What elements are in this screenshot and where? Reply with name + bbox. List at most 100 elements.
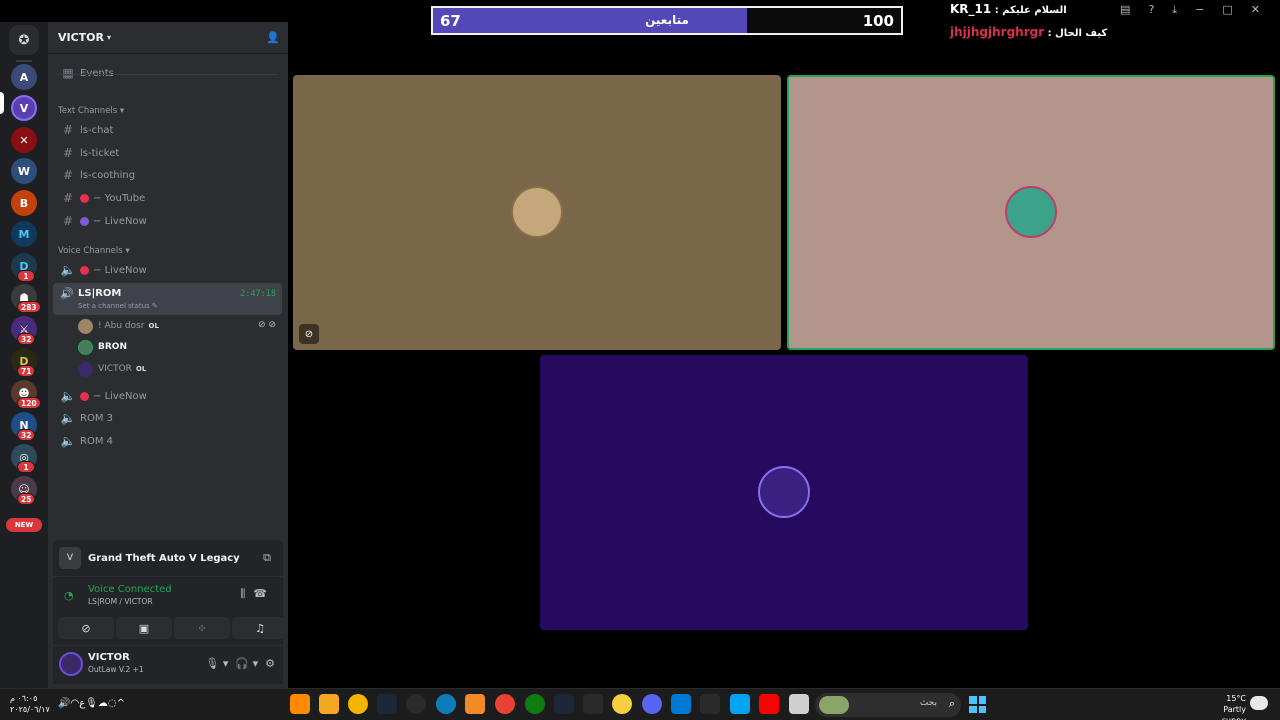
muted-deafened-icon: ⊘ ⊘ bbox=[258, 320, 276, 330]
chrome-icon[interactable] bbox=[495, 694, 515, 714]
chevron-down-icon[interactable]: ▾ bbox=[253, 657, 259, 670]
wifi-icon[interactable]: ◠ bbox=[70, 698, 79, 709]
screen-share-button[interactable]: ▣ bbox=[116, 617, 172, 639]
weather-widget[interactable]: 15°C Partly sunny bbox=[1202, 693, 1246, 720]
video-tile[interactable]: ⊘ bbox=[293, 75, 781, 350]
server-icon-selected[interactable]: V bbox=[11, 95, 37, 121]
channel-ls-ticket[interactable]: # ls-ticket bbox=[56, 143, 282, 163]
volume-icon[interactable]: 🔊 bbox=[58, 698, 70, 709]
server-icon[interactable]: M bbox=[11, 221, 37, 247]
channel-status-hint[interactable]: Set a channel status ✎ bbox=[78, 302, 158, 310]
signal-icon[interactable]: ◔ bbox=[64, 589, 74, 602]
user-name[interactable]: VICTOR bbox=[88, 652, 130, 663]
app-icon[interactable] bbox=[730, 694, 750, 714]
server-icon[interactable]: W bbox=[11, 158, 37, 184]
search-highlight-icon bbox=[819, 696, 849, 714]
store-icon[interactable] bbox=[671, 694, 691, 714]
camera-off-icon[interactable]: ⊘ bbox=[299, 324, 319, 344]
server-icon[interactable]: B bbox=[11, 190, 37, 216]
chrome-canary-icon[interactable] bbox=[348, 694, 368, 714]
microphone-icon[interactable]: 🎙 bbox=[85, 698, 98, 709]
epic-games-icon[interactable] bbox=[700, 694, 720, 714]
voice-channel-rom4[interactable]: 🔈 ROM 4 bbox=[56, 431, 282, 451]
category-voice-channels[interactable]: Voice Channels ▾ bbox=[58, 246, 130, 256]
chevron-down-icon[interactable]: ▾ bbox=[223, 657, 229, 670]
close-icon[interactable]: ✕ bbox=[1251, 3, 1260, 16]
voice-connected-label[interactable]: Voice Connected bbox=[88, 584, 172, 595]
voice-channel-livenow[interactable]: 🔈 − LiveNow bbox=[56, 386, 282, 406]
gear-icon[interactable]: ⚙ bbox=[265, 657, 275, 670]
edge-icon[interactable] bbox=[436, 694, 456, 714]
disconnect-icon[interactable]: ☎ bbox=[253, 587, 275, 600]
channel-ls-chat[interactable]: # ls-chat bbox=[56, 120, 282, 140]
camera-toggle-button[interactable]: ⊘ bbox=[58, 617, 114, 639]
start-button[interactable] bbox=[969, 696, 986, 713]
search-box[interactable]: بحث ⌕ bbox=[815, 693, 961, 717]
add-member-icon[interactable]: 👤 bbox=[266, 31, 280, 44]
server-icon[interactable]: A bbox=[11, 64, 37, 90]
voice-member[interactable]: ! Abu dosr OL bbox=[78, 317, 159, 335]
avatar[interactable] bbox=[59, 652, 83, 676]
steam-icon[interactable] bbox=[554, 694, 574, 714]
noise-suppression-icon[interactable]: ⫼ bbox=[240, 587, 253, 600]
partly-sunny-icon bbox=[1250, 696, 1268, 710]
cloud-icon[interactable]: ☁ bbox=[98, 698, 108, 709]
follower-goal-bar: 67 متابعين 100 bbox=[431, 6, 903, 35]
app-icon[interactable] bbox=[465, 694, 485, 714]
discord-home-icon[interactable]: ✪ bbox=[9, 25, 39, 55]
app-icon[interactable] bbox=[319, 694, 339, 714]
voice-member[interactable]: VICTOR OL bbox=[78, 360, 146, 378]
discord-icon[interactable] bbox=[642, 694, 662, 714]
download-icon[interactable]: ⤓ bbox=[1172, 3, 1177, 16]
voice-member[interactable]: BRON bbox=[78, 338, 127, 356]
chevron-up-icon[interactable]: ^ bbox=[117, 698, 125, 709]
divider bbox=[58, 74, 278, 75]
activities-button[interactable]: ⁘ bbox=[174, 617, 230, 639]
app-icon[interactable] bbox=[612, 694, 632, 714]
youtube-icon[interactable] bbox=[759, 694, 779, 714]
member-name: BRON bbox=[98, 342, 127, 352]
screen-share-icon[interactable]: ⧉ bbox=[263, 551, 271, 565]
search-placeholder: بحث bbox=[919, 698, 937, 708]
xbox-icon[interactable] bbox=[525, 694, 545, 714]
help-icon[interactable]: ? bbox=[1148, 3, 1154, 16]
weather-condition: Partly sunny bbox=[1222, 705, 1246, 720]
hash-icon: # bbox=[62, 191, 74, 205]
server-icon[interactable]: ✕ bbox=[11, 127, 37, 153]
activity-panel[interactable]: V Grand Theft Auto V Legacy ⧉ bbox=[53, 540, 283, 576]
voice-location[interactable]: LS|ROM / VICTOR bbox=[88, 597, 153, 606]
events-item[interactable]: ▦ Events bbox=[56, 63, 282, 83]
server-name: VICTOR bbox=[58, 31, 105, 44]
start-tile bbox=[978, 705, 986, 713]
epic-games-icon[interactable] bbox=[583, 694, 603, 714]
video-tile-speaking[interactable] bbox=[787, 75, 1275, 350]
maximize-icon[interactable]: □ bbox=[1222, 3, 1232, 16]
speaker-icon: 🔈 bbox=[60, 263, 76, 277]
new-badge[interactable]: NEW bbox=[6, 518, 42, 532]
voice-channel-livenow[interactable]: 🔈 − LiveNow bbox=[56, 260, 282, 280]
minimize-icon[interactable]: − bbox=[1195, 3, 1204, 16]
microphone-icon[interactable]: 🎙 bbox=[205, 657, 219, 670]
channel-livenow-text[interactable]: # − LiveNow bbox=[56, 211, 282, 231]
video-tile[interactable] bbox=[540, 355, 1028, 630]
obs-icon[interactable] bbox=[406, 694, 426, 714]
chevron-down-icon: ▾ bbox=[107, 33, 112, 42]
headphones-icon[interactable]: 🎧 bbox=[235, 657, 249, 670]
channel-ls-coothing[interactable]: # ls-coothing bbox=[56, 165, 282, 185]
category-text-channels[interactable]: Text Channels ▾ bbox=[58, 106, 124, 116]
chat-line: jhjjhgjhrghrgr : كيف الحال bbox=[950, 25, 1107, 39]
channel-youtube[interactable]: # − YouTube bbox=[56, 188, 282, 208]
app-icon[interactable] bbox=[290, 694, 310, 714]
clock[interactable]: ٠٦:٠٥ م ٢٠٢٥/٠٦/١٧ bbox=[10, 693, 50, 715]
date: ٢٠٢٥/٠٦/١٧ bbox=[10, 705, 50, 714]
steam-icon[interactable] bbox=[377, 694, 397, 714]
file-explorer-icon[interactable] bbox=[789, 694, 809, 714]
server-header[interactable]: VICTOR ▾ 👤 bbox=[48, 22, 288, 54]
avatar bbox=[78, 318, 93, 334]
inbox-icon[interactable]: ▤ bbox=[1120, 3, 1130, 16]
soundboard-button[interactable]: ♫ bbox=[232, 617, 288, 639]
onedrive-icon[interactable]: ◌ bbox=[108, 698, 117, 709]
voice-channel-rom3[interactable]: 🔈 ROM 3 bbox=[56, 408, 282, 428]
unread-badge: 1 bbox=[17, 270, 35, 282]
hash-icon: # bbox=[62, 123, 74, 137]
